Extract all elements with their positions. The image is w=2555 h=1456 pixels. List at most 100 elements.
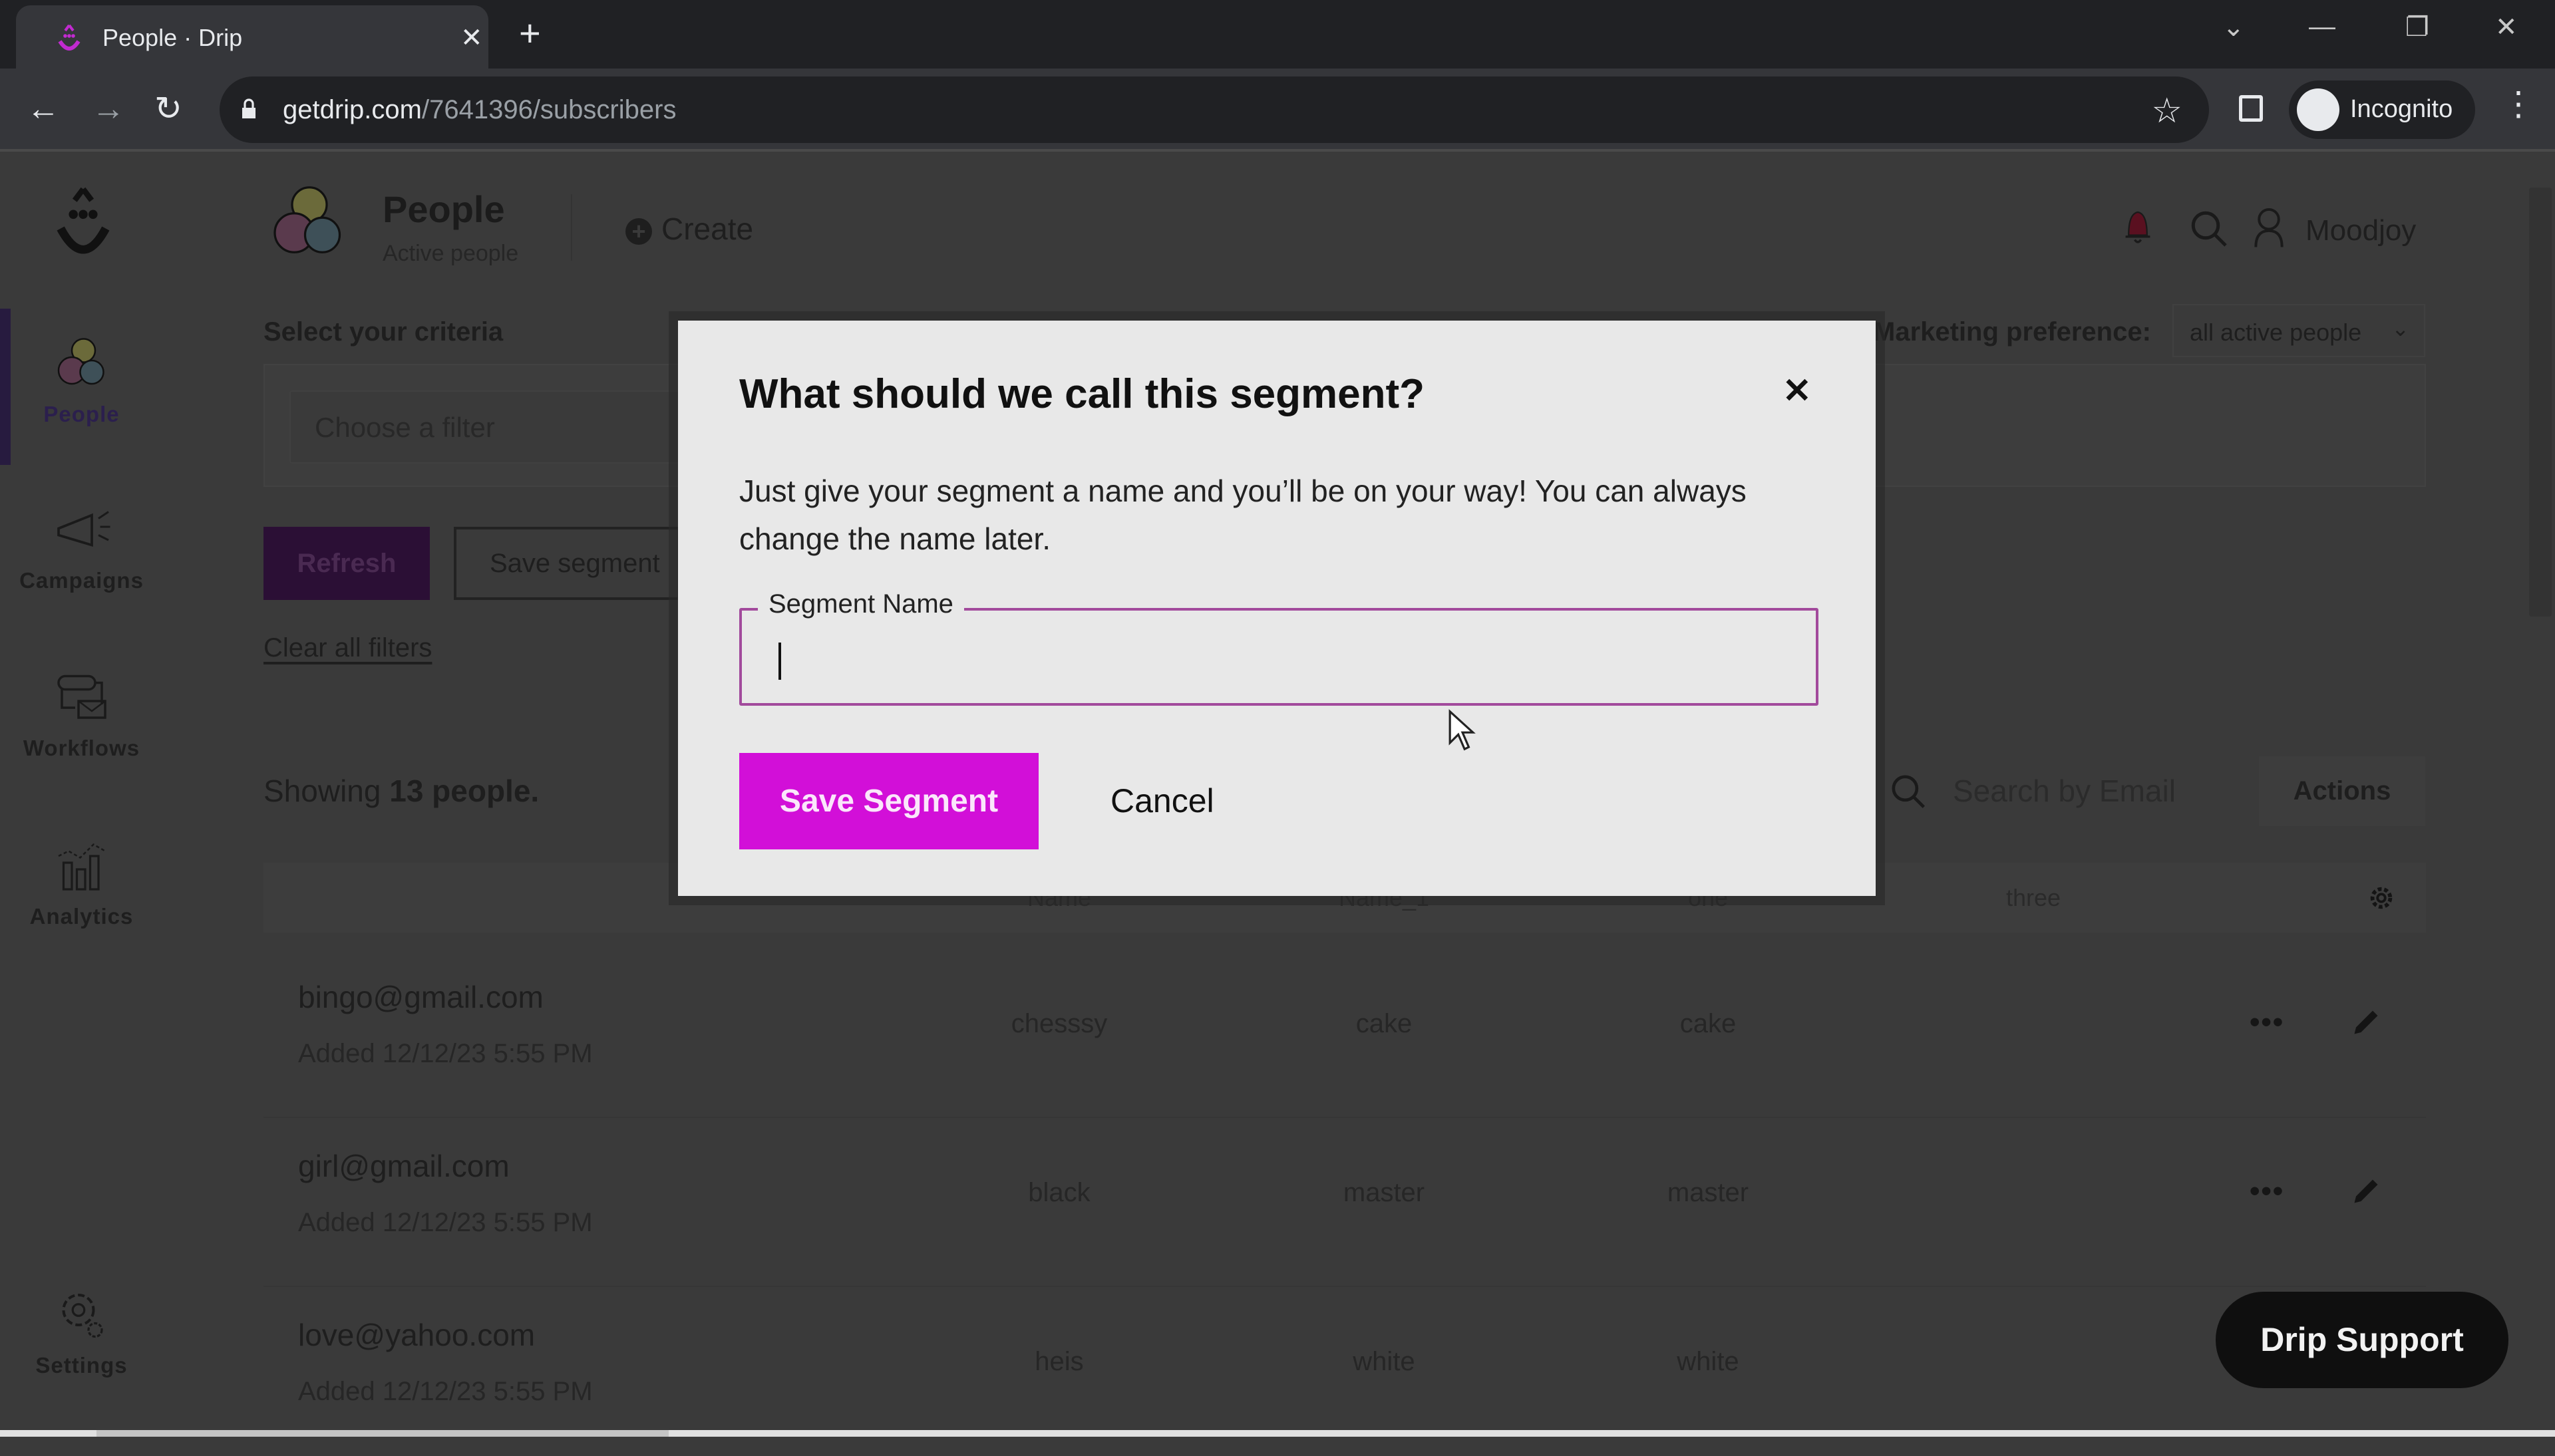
new-tab-icon[interactable]: + [519, 13, 541, 53]
url-path: /7641396/subscribers [421, 95, 677, 124]
close-tab-icon[interactable]: ✕ [460, 23, 483, 53]
result-count-value: 13 people. [389, 774, 540, 808]
table-cell: cake [1355, 1009, 1413, 1038]
edit-pencil-icon[interactable] [2349, 1006, 2383, 1039]
workflow-icon [57, 674, 106, 719]
restore-icon[interactable]: ❐ [2405, 12, 2429, 43]
dialog-description: Just give your segment a name and you’ll… [739, 474, 1747, 556]
forward-icon[interactable]: → [92, 92, 125, 125]
user-icon[interactable] [2252, 206, 2286, 249]
vertical-scrollbar[interactable] [2525, 154, 2555, 1437]
create-label: Create [661, 212, 754, 246]
lock-icon [242, 98, 256, 118]
criteria-heading: Select your criteria [263, 317, 504, 347]
browser-menu-icon[interactable]: ⋮ [2502, 87, 2535, 120]
search-email-icon [1892, 775, 1925, 808]
page-subtitle: Active people [383, 241, 519, 266]
sidebar-item-workflows[interactable]: Workflows [0, 668, 163, 761]
horizontal-scrollbar-thumb[interactable] [96, 1430, 669, 1437]
table-cell: black [1028, 1178, 1091, 1207]
save-segment-button[interactable]: Save Segment [739, 753, 1039, 849]
actions-button[interactable]: Actions [2259, 756, 2425, 826]
close-window-icon[interactable]: ✕ [2495, 12, 2518, 43]
table-cell: white [1353, 1347, 1415, 1376]
choose-filter-input[interactable]: Choose a filter [289, 390, 729, 464]
edit-pencil-icon[interactable] [2349, 1175, 2383, 1208]
settings-icon [62, 1294, 103, 1338]
reload-icon[interactable]: ↻ [154, 92, 182, 125]
sidebar: People Campaigns Workflows Analytics Set… [0, 154, 163, 1437]
segment-name-field[interactable]: Segment Name [739, 589, 1818, 706]
table-cell: chesssy [1011, 1009, 1108, 1038]
side-panel-icon[interactable] [2239, 95, 2263, 122]
table-cell: heis [1035, 1347, 1084, 1376]
more-options-icon[interactable]: ••• [2250, 1175, 2284, 1208]
search-icon[interactable] [2189, 209, 2229, 249]
minimize-icon[interactable]: — [2309, 12, 2335, 42]
address-bar-row: ← → ↻ getdrip.com/7641396/subscribers ☆ … [0, 69, 2555, 152]
segment-name-input[interactable] [742, 611, 1816, 703]
drip-favicon-icon [58, 24, 81, 51]
table-cell: master [1343, 1178, 1425, 1207]
table-cell: white [1677, 1347, 1739, 1376]
create-button[interactable]: + Create [625, 211, 753, 247]
header-divider [571, 194, 572, 261]
browser-tab[interactable]: People · Drip ✕ [16, 5, 488, 69]
marketing-preference-select[interactable]: all active people ⌄ [2172, 304, 2425, 357]
marketing-preference-label: Marketing preference: [1873, 317, 2151, 347]
column-header[interactable]: three [1934, 884, 2133, 912]
more-options-icon[interactable]: ••• [2250, 1006, 2284, 1039]
sidebar-item-campaigns[interactable]: Campaigns [0, 500, 163, 593]
sidebar-item-people[interactable]: People [0, 334, 163, 427]
drip-logo-icon[interactable] [53, 186, 113, 259]
cancel-button[interactable]: Cancel [1097, 753, 1228, 849]
column-settings-gear-icon[interactable] [2366, 883, 2397, 913]
megaphone-icon [57, 511, 110, 547]
drip-support-button[interactable]: Drip Support [2216, 1292, 2508, 1388]
refresh-button[interactable]: Refresh [263, 527, 430, 600]
account-name[interactable]: Moodjoy [2305, 214, 2416, 247]
tab-search-chevron-icon[interactable]: ⌄ [2222, 12, 2245, 43]
sidebar-item-analytics[interactable]: Analytics [0, 836, 163, 929]
save-segment-open-button[interactable]: Save segment [454, 527, 680, 600]
sidebar-item-label: People [43, 402, 120, 426]
close-dialog-icon[interactable]: ✕ [1783, 374, 1812, 408]
url-host: getdrip.com [283, 95, 422, 124]
plus-icon: + [625, 218, 652, 245]
notification-bell-icon[interactable] [2123, 208, 2153, 247]
sidebar-item-label: Settings [35, 1353, 128, 1378]
subscriber-added: Added 12/12/23 5:55 PM [298, 1377, 593, 1406]
subscriber-added: Added 12/12/23 5:55 PM [298, 1208, 593, 1237]
mouse-cursor-icon [1448, 709, 1476, 751]
result-count-prefix: Showing [263, 774, 381, 808]
subscriber-added: Added 12/12/23 5:55 PM [298, 1039, 593, 1068]
subscriber-email[interactable]: bingo@gmail.com [298, 979, 544, 1015]
url-text: getdrip.com/7641396/subscribers [283, 95, 676, 125]
table-row[interactable]: bingo@gmail.com Added 12/12/23 5:55 PM c… [263, 949, 2426, 1118]
incognito-label: Incognito [2350, 95, 2453, 123]
text-caret [778, 643, 781, 680]
people-illustration-icon [273, 186, 341, 253]
sidebar-item-label: Campaigns [19, 568, 144, 593]
subscriber-email[interactable]: girl@gmail.com [298, 1148, 510, 1184]
url-field[interactable]: getdrip.com/7641396/subscribers ☆ [220, 76, 2209, 143]
sidebar-item-label: Analytics [29, 904, 134, 929]
table-row[interactable]: girl@gmail.com Added 12/12/23 5:55 PM bl… [263, 1118, 2426, 1287]
horizontal-scrollbar[interactable] [0, 1430, 2555, 1437]
search-email-input[interactable]: Search by Email [1953, 773, 2176, 809]
page-title: People [383, 188, 505, 230]
marketing-preference-value: all active people [2190, 319, 2362, 346]
bookmark-star-icon[interactable]: ☆ [2151, 91, 2182, 131]
vertical-scrollbar-thumb[interactable] [2529, 188, 2552, 617]
table-cell: cake [1679, 1009, 1737, 1038]
clear-filters-link[interactable]: Clear all filters [263, 633, 432, 663]
browser-tab-bar: People · Drip ✕ + ⌄ — ❐ ✕ [0, 0, 2555, 69]
incognito-badge[interactable]: Incognito [2289, 80, 2475, 139]
filter-placeholder: Choose a filter [315, 412, 495, 443]
back-icon[interactable]: ← [27, 92, 60, 125]
sidebar-item-settings[interactable]: Settings [0, 1285, 163, 1378]
tab-title: People · Drip [102, 24, 243, 51]
analytics-icon [57, 843, 106, 891]
subscriber-email[interactable]: love@yahoo.com [298, 1317, 535, 1353]
people-icon [57, 338, 104, 385]
